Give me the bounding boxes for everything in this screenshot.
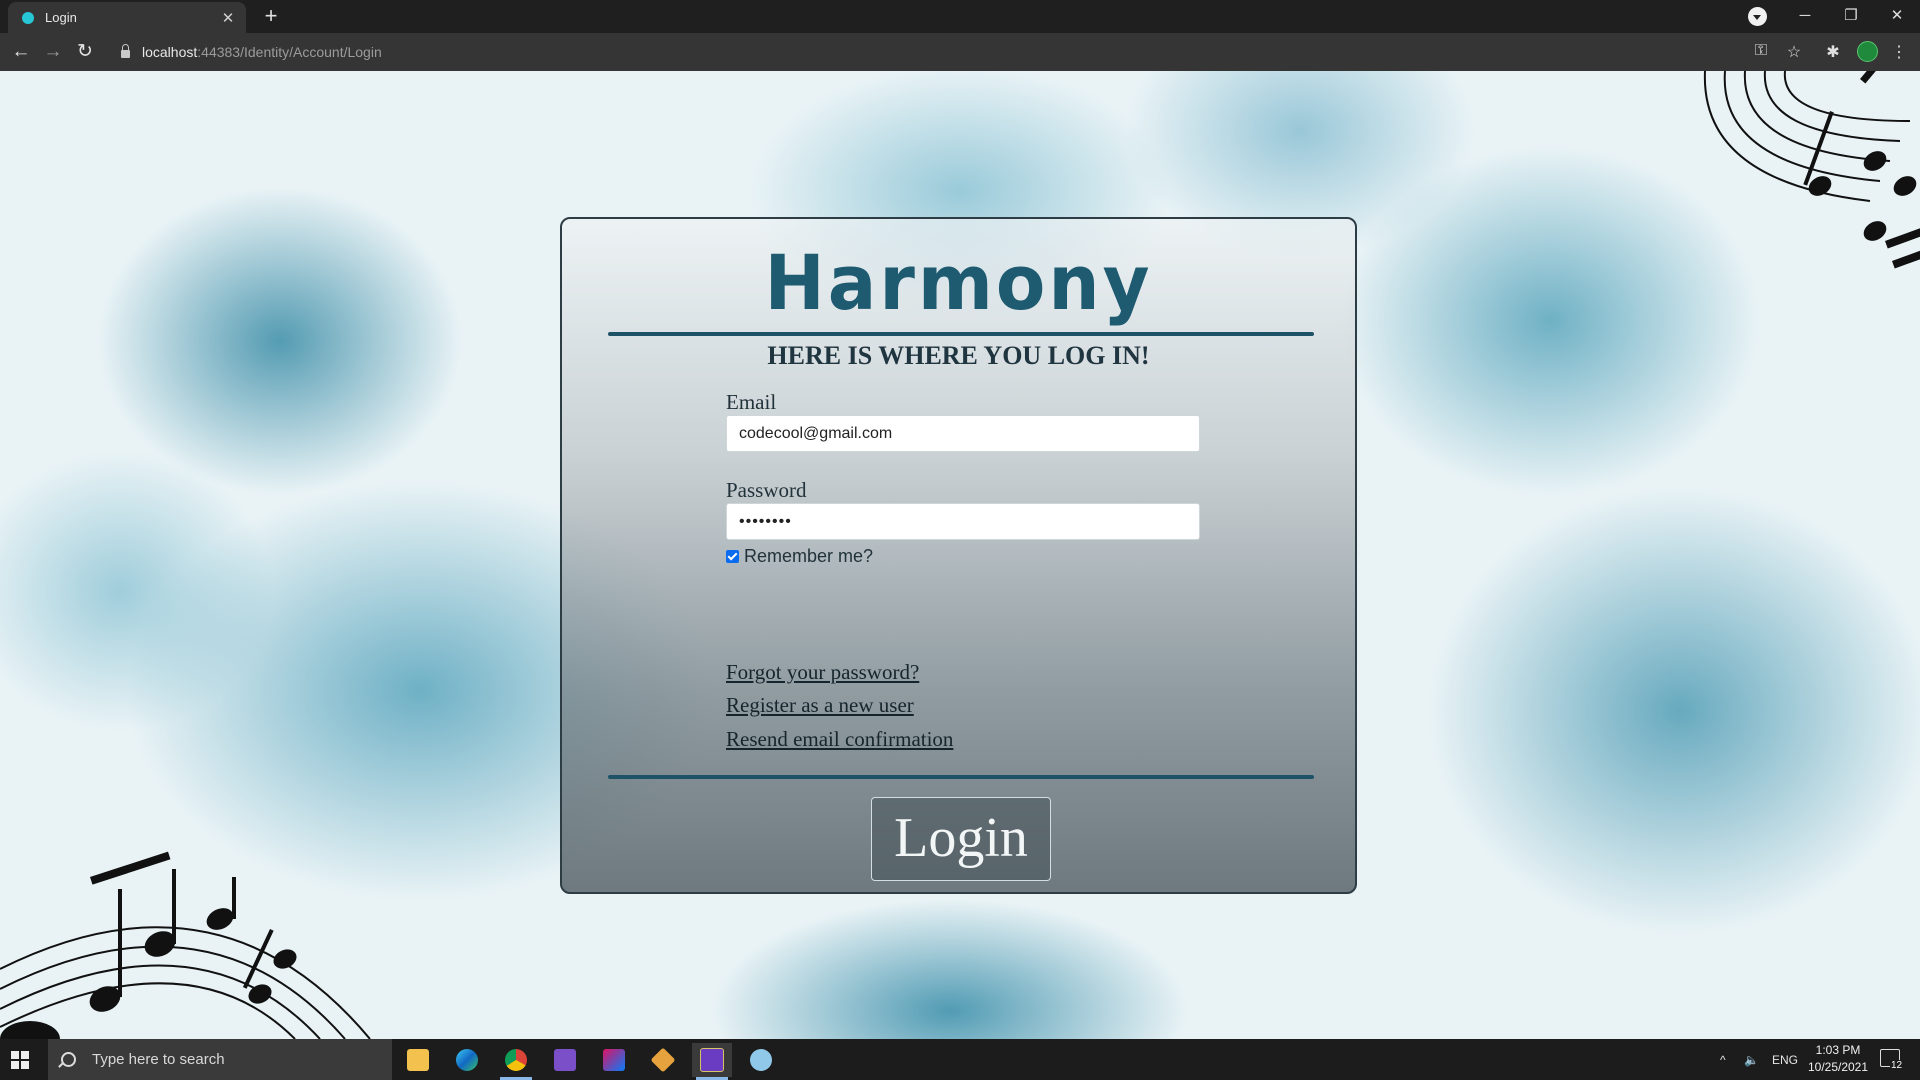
edge-icon[interactable] [447,1043,487,1077]
taskbar-search-box[interactable]: Type here to search [48,1039,392,1080]
minimize-button[interactable]: ─ [1782,0,1828,33]
browser-toolbar: ← → ↻ localhost:44383/Identity/Account/L… [0,33,1920,71]
email-label: Email [726,390,777,414]
music-notes-decoration [1703,71,1920,269]
close-window-button[interactable]: ✕ [1874,0,1920,33]
jetbrains-rider-icon[interactable] [594,1043,634,1077]
login-card: Harmony HERE IS WHERE YOU LOG IN! Email … [560,217,1357,894]
remember-me-row: Remember me? [726,546,873,567]
file-explorer-icon[interactable] [398,1043,438,1077]
close-tab-icon[interactable]: ✕ [218,9,238,27]
tab-login[interactable]: Login ✕ [8,2,246,33]
music-notes-decoration [0,851,371,1039]
divider [608,332,1314,336]
volume-icon[interactable]: 🔈 [1744,1039,1759,1080]
lock-icon [121,44,130,58]
visual-studio-icon[interactable] [545,1043,585,1077]
visual-studio-preview-icon[interactable] [692,1043,732,1080]
tab-search-icon[interactable] [1748,7,1767,26]
paint-icon[interactable] [741,1043,781,1077]
login-button[interactable]: Login [871,797,1051,881]
remember-me-checkbox[interactable] [726,550,739,563]
key-icon[interactable]: ⚿ [1750,42,1772,60]
search-placeholder: Type here to search [92,1051,225,1068]
tab-title: Login [45,10,77,25]
register-link[interactable]: Register as a new user [726,693,914,718]
password-label: Password [726,478,807,502]
windows-start-icon[interactable] [11,1051,29,1069]
windows-taskbar: Type here to search ^ 🔈 ENG 1:03 PM 10/2… [0,1039,1920,1080]
divider [608,775,1314,779]
page-background: Harmony HERE IS WHERE YOU LOG IN! Email … [0,71,1920,1039]
profile-avatar[interactable] [1857,41,1878,62]
notification-count: 12 [1890,1060,1904,1071]
page-heading: HERE IS WHERE YOU LOG IN! [767,341,1150,370]
git-icon[interactable] [643,1043,683,1077]
forward-icon[interactable]: → [39,38,67,66]
new-tab-button[interactable]: + [258,3,284,29]
restore-button[interactable]: ❐ [1828,0,1874,33]
forgot-password-link[interactable]: Forgot your password? [726,660,919,685]
search-icon [61,1052,76,1067]
url-text: localhost:44383/Identity/Account/Login [142,44,382,60]
browser-tab-strip: Login ✕ + ─ ❐ ✕ [0,0,1920,33]
bookmark-star-icon[interactable]: ☆ [1783,42,1805,62]
brand-title: Harmony [764,238,1153,328]
chrome-icon[interactable] [496,1043,536,1080]
favicon-icon [22,11,34,24]
system-clock[interactable]: 1:03 PM 10/25/2021 [1796,1042,1880,1076]
remember-me-label[interactable]: Remember me? [744,546,873,567]
email-field[interactable] [726,415,1200,452]
extensions-icon[interactable]: ✱ [1822,42,1844,62]
address-bar[interactable]: localhost:44383/Identity/Account/Login [111,38,1731,66]
input-language[interactable]: ENG [1772,1039,1798,1080]
password-field[interactable] [726,503,1200,540]
reload-icon[interactable]: ↻ [71,38,99,66]
show-hidden-icons[interactable]: ^ [1720,1039,1726,1080]
back-icon[interactable]: ← [7,38,35,66]
menu-icon[interactable]: ⋮ [1888,42,1910,62]
resend-confirmation-link[interactable]: Resend email confirmation [726,727,953,752]
